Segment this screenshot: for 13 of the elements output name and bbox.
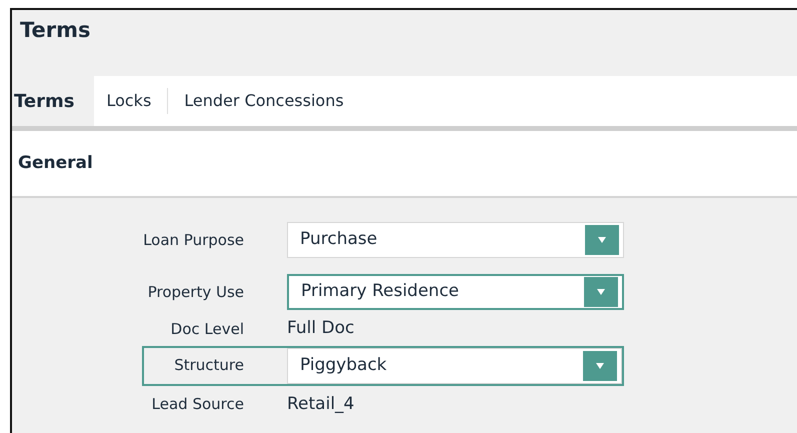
field-value: Retail_4 — [287, 392, 354, 416]
field-label: Doc Level — [170, 318, 245, 340]
field-label: Property Use — [146, 282, 245, 303]
panel-title: Terms — [19, 17, 92, 44]
field-value: Full Doc — [287, 317, 354, 340]
field-label: Lead Source — [150, 394, 245, 415]
dropdown[interactable]: Primary Residence — [287, 274, 624, 310]
section-title: General — [18, 152, 93, 175]
tab[interactable]: Terms — [12, 76, 94, 126]
field-label: Loan Purpose — [142, 230, 245, 251]
dropdown[interactable]: Piggyback — [287, 348, 622, 384]
field-label: Structure — [173, 355, 245, 376]
dropdown[interactable]: Purchase — [287, 222, 624, 258]
